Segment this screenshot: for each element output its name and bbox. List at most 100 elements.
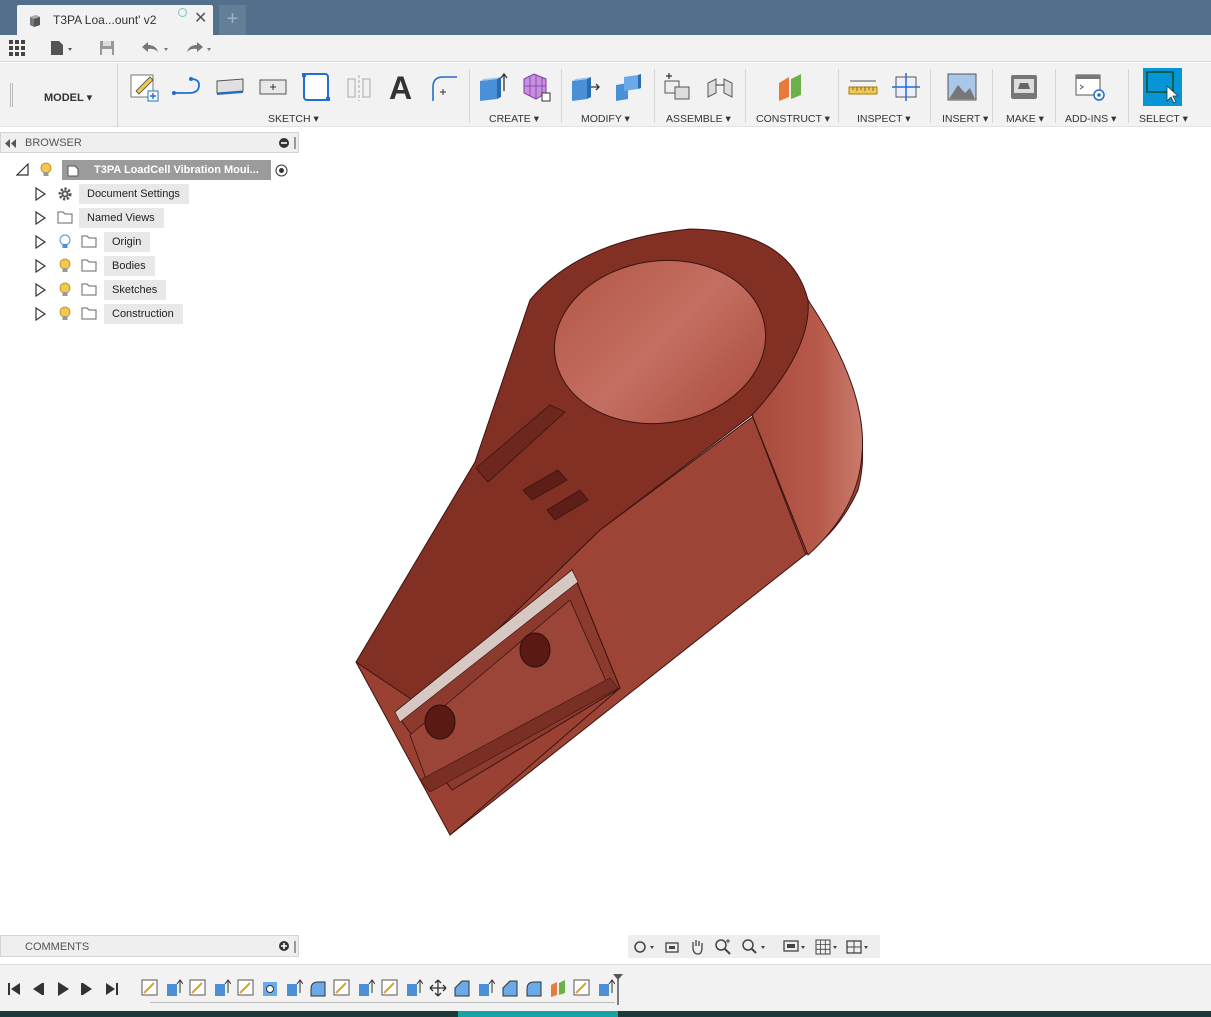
mirror-icon[interactable] — [343, 71, 375, 103]
assemble-group-label[interactable]: ASSEMBLE ▾ — [666, 113, 731, 125]
timeline-move-icon[interactable] — [429, 979, 447, 997]
root-component[interactable]: T3PA LoadCell Vibration Moui... — [62, 160, 271, 180]
visibility-bulb-icon[interactable] — [59, 282, 71, 298]
tree-item-named-views[interactable]: Named Views — [79, 208, 164, 228]
panel-grip[interactable] — [294, 941, 296, 953]
app-grid-icon[interactable] — [8, 39, 26, 57]
select-tool-button[interactable] — [1143, 68, 1182, 106]
3d-viewport[interactable] — [300, 153, 900, 933]
display-settings-icon[interactable] — [782, 938, 810, 956]
select-group-label[interactable]: SELECT ▾ — [1139, 113, 1188, 125]
timeline-sketch-icon[interactable] — [189, 979, 207, 997]
timeline-extrude-icon[interactable] — [165, 979, 183, 997]
viewports-icon[interactable] — [845, 938, 873, 956]
inspect-group-label[interactable]: INSPECT ▾ — [857, 113, 911, 125]
minimize-browser-icon[interactable] — [279, 138, 289, 148]
model-body[interactable] — [355, 228, 864, 836]
fillet-icon[interactable] — [612, 71, 644, 103]
expand-arrow-icon[interactable] — [35, 259, 46, 273]
collapse-panel-icon[interactable] — [5, 139, 17, 148]
redo-icon[interactable] — [183, 39, 217, 57]
visibility-bulb-icon[interactable] — [59, 258, 71, 274]
timeline-extrude-icon[interactable] — [285, 979, 303, 997]
timeline-sketch-icon[interactable] — [381, 979, 399, 997]
timeline-chamfer-icon[interactable] — [453, 979, 471, 997]
step-forward-icon[interactable] — [79, 981, 95, 997]
timeline-chamfer-icon[interactable] — [501, 979, 519, 997]
expand-arrow-icon[interactable] — [35, 307, 46, 321]
go-to-end-icon[interactable] — [104, 981, 120, 997]
pan-icon[interactable] — [689, 938, 705, 955]
center-rectangle-icon[interactable] — [257, 71, 289, 103]
form-icon[interactable] — [520, 71, 552, 103]
press-pull-icon[interactable] — [569, 71, 601, 103]
addins-group-label[interactable]: ADD-INS ▾ — [1065, 113, 1116, 125]
timeline-hole-icon[interactable] — [261, 979, 279, 997]
extrude-icon[interactable] — [477, 71, 509, 103]
timeline-sketch-icon[interactable] — [141, 979, 159, 997]
tree-item-sketches[interactable]: Sketches — [104, 280, 167, 300]
timeline-sketch-icon[interactable] — [237, 979, 255, 997]
tree-item-bodies[interactable]: Bodies — [104, 256, 155, 276]
play-icon[interactable] — [55, 981, 71, 997]
construct-group-label[interactable]: CONSTRUCT ▾ — [756, 113, 830, 125]
fit-point-spline-icon[interactable] — [300, 71, 332, 103]
fit-zoom-icon[interactable] — [740, 938, 770, 956]
scripts-addins-icon[interactable] — [1074, 71, 1106, 103]
orbit-icon[interactable] — [632, 939, 656, 955]
activate-component-icon[interactable] — [275, 164, 288, 177]
close-tab-icon[interactable]: ✕ — [194, 11, 207, 27]
line-icon[interactable] — [171, 71, 203, 103]
timeline-fillet-icon[interactable] — [309, 979, 327, 997]
step-back-icon[interactable] — [30, 981, 46, 997]
timeline-sketch-icon[interactable] — [333, 979, 351, 997]
new-component-icon[interactable] — [661, 71, 693, 103]
file-menu-icon[interactable] — [48, 39, 78, 57]
new-tab-button[interactable]: + — [219, 5, 246, 35]
tree-item-construction[interactable]: Construction — [104, 304, 183, 324]
offset-plane-icon[interactable] — [775, 71, 807, 103]
rectangle-icon[interactable] — [214, 71, 246, 103]
save-icon[interactable] — [98, 39, 116, 57]
sketch-group-label[interactable]: SKETCH ▾ — [268, 113, 319, 125]
add-comment-icon[interactable] — [279, 941, 289, 951]
timeline-extrude-icon[interactable] — [213, 979, 231, 997]
visibility-bulb-icon[interactable] — [59, 306, 71, 322]
3d-print-icon[interactable] — [1008, 71, 1040, 103]
expand-arrow-icon[interactable] — [35, 187, 46, 201]
make-group-label[interactable]: MAKE ▾ — [1006, 113, 1044, 125]
panel-grip[interactable] — [294, 137, 296, 149]
document-tab[interactable]: T3PA Loa...ount' v2 ✕ — [17, 5, 213, 35]
timeline-extrude-icon[interactable] — [357, 979, 375, 997]
timeline-extrude-icon[interactable] — [477, 979, 495, 997]
visibility-bulb-off-icon[interactable] — [59, 234, 71, 250]
tree-item-document-settings[interactable]: Document Settings — [79, 184, 189, 204]
section-analysis-icon[interactable] — [890, 71, 922, 103]
expand-arrow-icon[interactable] — [35, 283, 46, 297]
timeline-sketch-icon[interactable] — [573, 979, 591, 997]
undo-icon[interactable] — [138, 39, 172, 57]
timeline-extrude-icon[interactable] — [405, 979, 423, 997]
zoom-icon[interactable] — [714, 938, 732, 956]
fillet-sketch-icon[interactable] — [429, 71, 461, 103]
sketch-text-icon[interactable]: A — [386, 71, 418, 103]
insert-group-label[interactable]: INSERT ▾ — [942, 113, 988, 125]
expand-arrow-icon[interactable] — [35, 235, 46, 249]
workspace-switcher[interactable]: MODEL ▾ — [10, 63, 118, 127]
tree-item-origin[interactable]: Origin — [104, 232, 151, 252]
expand-arrow-icon[interactable] — [35, 211, 46, 225]
measure-icon[interactable] — [847, 71, 879, 103]
joint-icon[interactable] — [704, 71, 736, 103]
collapse-root-icon[interactable] — [16, 163, 29, 176]
create-group-label[interactable]: CREATE ▾ — [489, 113, 539, 125]
timeline-marker-handle[interactable] — [612, 973, 624, 1005]
look-at-icon[interactable] — [664, 939, 680, 955]
modify-group-label[interactable]: MODIFY ▾ — [581, 113, 630, 125]
grid-settings-icon[interactable] — [814, 938, 842, 956]
insert-image-icon[interactable] — [946, 71, 978, 103]
timeline-fillet-icon[interactable] — [525, 979, 543, 997]
go-to-start-icon[interactable] — [6, 981, 22, 997]
create-sketch-icon[interactable] — [128, 71, 160, 103]
timeline-construction-plane-icon[interactable] — [549, 979, 567, 997]
visibility-bulb-icon[interactable] — [40, 162, 52, 178]
